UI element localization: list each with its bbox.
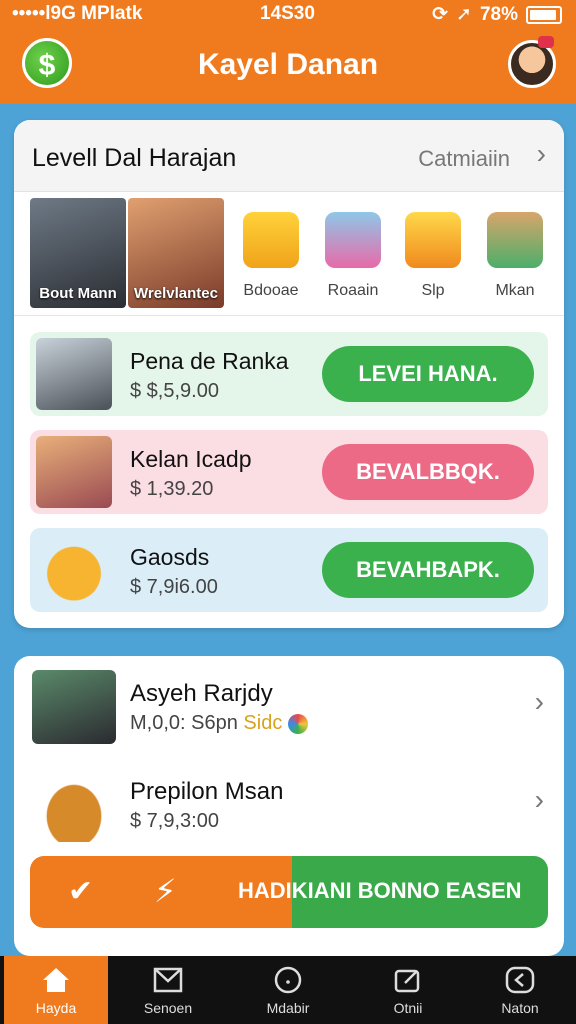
item-price: $ $,5,9.00	[130, 380, 219, 402]
bottom-nav: Hayda Senoen Mdabir Otnii Naton	[0, 956, 576, 1024]
item-thumbnail	[36, 338, 112, 410]
app-header: •••••l9G MPIatk 14S30 ⟳ ➚ 78% $ Kayel Da…	[0, 0, 576, 104]
gift-box-icon	[487, 212, 543, 268]
mail-icon	[153, 966, 183, 994]
item-price: $ 7,9i6.00	[130, 576, 218, 598]
status-right: ⟳ ➚ 78%	[432, 3, 562, 26]
category-label: Wrelvlantec	[134, 285, 218, 302]
nav-item-home[interactable]: Hayda	[4, 956, 108, 1024]
list-item[interactable]: Pena de Ranka $ $,5,9.00 LEVEI HANA.	[30, 332, 548, 416]
category-label: Bout Mann	[39, 285, 117, 302]
list-item[interactable]: Asyeh Rarjdy M,0,0: S6pn Sidc ›	[14, 656, 564, 752]
list-item[interactable]: Gaosds $ 7,9i6.00 BEVAHBAPK.	[30, 528, 548, 612]
battery-percent: 78%	[479, 3, 518, 25]
edit-icon	[393, 966, 423, 994]
item-subtitle: $ 7,9,3:00	[130, 810, 219, 832]
item-price: $ 1,39.20	[130, 478, 214, 500]
nav-item-orders[interactable]: Senoen	[116, 956, 220, 1024]
honey-jar-icon	[243, 212, 299, 268]
card-link[interactable]: Catmiaiin	[418, 146, 510, 172]
category-tile[interactable]: Wrelvlantec	[128, 198, 224, 308]
chevron-right-icon[interactable]: ›	[535, 784, 544, 816]
cta-label: HADIKIANI BONNO EASEN	[238, 878, 522, 903]
item-thumbnail	[32, 670, 116, 744]
category-tile[interactable]: Roaain	[318, 198, 388, 308]
category-label: Bdooae	[243, 282, 299, 299]
main-card: Levell Dal Harajan Catmiaiin › Bout Mann…	[14, 120, 564, 628]
category-label: Slp	[421, 282, 445, 299]
circle-icon	[273, 966, 303, 994]
back-icon	[505, 966, 535, 994]
chevron-right-icon[interactable]: ›	[537, 138, 546, 170]
category-label: Mkan	[495, 282, 535, 299]
card-title: Levell Dal Harajan	[32, 144, 237, 172]
item-name: Kelan Icadp	[130, 446, 252, 472]
food-bowl-icon	[32, 768, 116, 842]
runner-icon: ⚡	[154, 873, 177, 909]
item-name: Gaosds	[130, 544, 210, 570]
page-title: Kayel Danan	[197, 48, 379, 81]
item-thumbnail	[36, 436, 112, 508]
item-subtitle: M,0,0: S6pn Sidc	[130, 712, 308, 735]
item-name: Prepilon Msan	[130, 778, 284, 805]
book-button[interactable]: BEVAHBAPK.	[322, 542, 534, 598]
secondary-card: Asyeh Rarjdy M,0,0: S6pn Sidc › Prepilon…	[14, 656, 564, 956]
list-item[interactable]: Kelan Icadp $ 1,39.20 BEVALBBQK.	[30, 430, 548, 514]
item-name: Pena de Ranka	[130, 348, 289, 374]
nav-label: Senoen	[143, 1000, 193, 1016]
nav-item-back[interactable]: Naton	[468, 956, 572, 1024]
signal-icon: ⟳	[432, 4, 449, 25]
item-tag: Sidc	[243, 712, 283, 734]
home-icon	[41, 966, 71, 994]
nav-label: Mdabir	[266, 1000, 310, 1016]
chevron-right-icon[interactable]: ›	[535, 686, 544, 718]
nav-label: Naton	[501, 1000, 539, 1016]
category-strip: Bout Mann Wrelvlantec Bdooae Roaain Slp …	[14, 198, 564, 316]
status-bar: •••••l9G MPIatk 14S30 ⟳ ➚ 78%	[0, 0, 576, 28]
level-button[interactable]: LEVEI HANA.	[322, 346, 534, 402]
avatar-bow-icon	[538, 36, 554, 48]
category-tile[interactable]: Slp	[398, 198, 468, 308]
clock: 14S30	[260, 3, 315, 24]
location-icon: ➚	[456, 4, 472, 25]
toy-icon	[325, 212, 381, 268]
star-cup-icon	[405, 212, 461, 268]
battery-icon	[526, 5, 562, 24]
card-header[interactable]: Levell Dal Harajan Catmiaiin ›	[14, 120, 564, 192]
category-label: Roaain	[327, 282, 379, 299]
check-icon: ✔	[68, 875, 94, 908]
nav-item-middle[interactable]: Mdabir	[236, 956, 340, 1024]
nav-label: Otnii	[393, 1000, 423, 1016]
nav-label: Hayda	[35, 1000, 77, 1016]
bonus-cta-button[interactable]: ✔ ⚡ HADIKIANI BONNO EASEN	[30, 856, 548, 928]
carrier-label: •••••l9G MPIatk	[12, 3, 143, 24]
color-wheel-icon	[287, 713, 308, 734]
nav-item-edit[interactable]: Otnii	[356, 956, 460, 1024]
item-name: Asyeh Rarjdy	[130, 680, 273, 707]
category-tile[interactable]: Bout Mann	[30, 198, 126, 308]
category-tile[interactable]: Mkan	[480, 198, 550, 308]
item-detail: M,0,0: S6pn	[130, 712, 238, 734]
list-item[interactable]: Prepilon Msan $ 7,9,3:00 ›	[14, 754, 564, 850]
honey-jar-icon	[36, 534, 112, 606]
book-button[interactable]: BEVALBBQK.	[322, 444, 534, 500]
category-tile[interactable]: Bdooae	[236, 198, 306, 308]
